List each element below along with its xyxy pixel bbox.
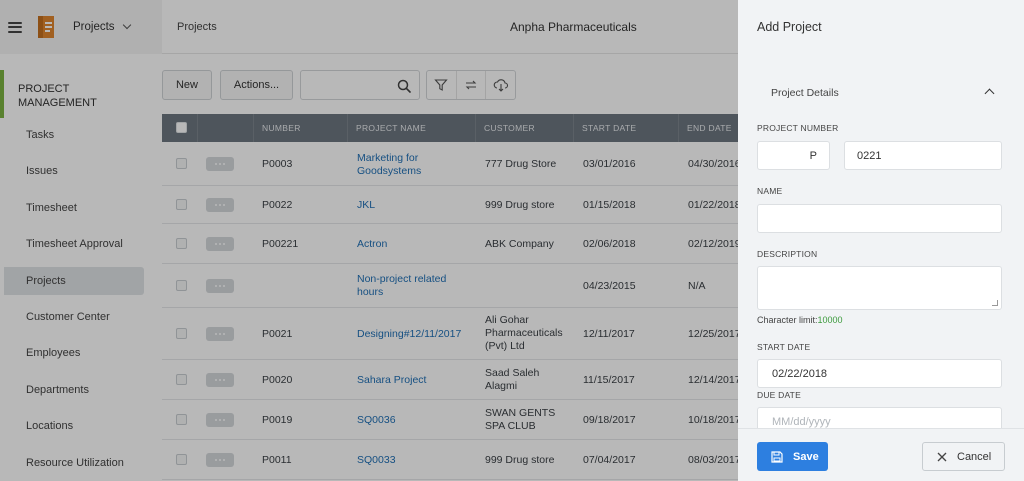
character-limit: Character limit:10000 xyxy=(757,315,843,325)
char-limit-label: Character limit: xyxy=(757,315,818,325)
panel-footer: Save Cancel xyxy=(738,428,1024,481)
project-prefix-field[interactable]: P xyxy=(757,141,830,170)
description-field[interactable] xyxy=(757,266,1002,310)
add-project-panel: Add Project Project Details PROJECT NUMB… xyxy=(738,0,1024,481)
close-icon xyxy=(937,452,947,461)
char-limit-value: 10000 xyxy=(817,315,843,325)
save-button-label: Save xyxy=(793,450,819,463)
modal-backdrop[interactable] xyxy=(0,0,738,481)
cancel-button[interactable]: Cancel xyxy=(922,442,1005,471)
section-title: Project Details xyxy=(771,87,839,99)
save-icon xyxy=(771,450,783,463)
project-number-label: PROJECT NUMBER xyxy=(757,123,839,133)
resize-handle[interactable] xyxy=(992,300,998,306)
name-label: NAME xyxy=(757,186,783,196)
panel-title: Add Project xyxy=(757,20,822,34)
start-date-field[interactable]: 02/22/2018 xyxy=(757,359,1002,388)
save-button[interactable]: Save xyxy=(757,442,828,471)
due-date-label: DUE DATE xyxy=(757,390,801,400)
chevron-up-icon[interactable] xyxy=(984,88,995,99)
project-number-field[interactable]: 0221 xyxy=(844,141,1002,170)
start-date-label: START DATE xyxy=(757,342,811,352)
description-label: DESCRIPTION xyxy=(757,249,818,259)
cancel-button-label: Cancel xyxy=(957,450,992,463)
project-details-section-header[interactable]: Project Details xyxy=(757,76,1005,110)
name-field[interactable] xyxy=(757,204,1002,233)
